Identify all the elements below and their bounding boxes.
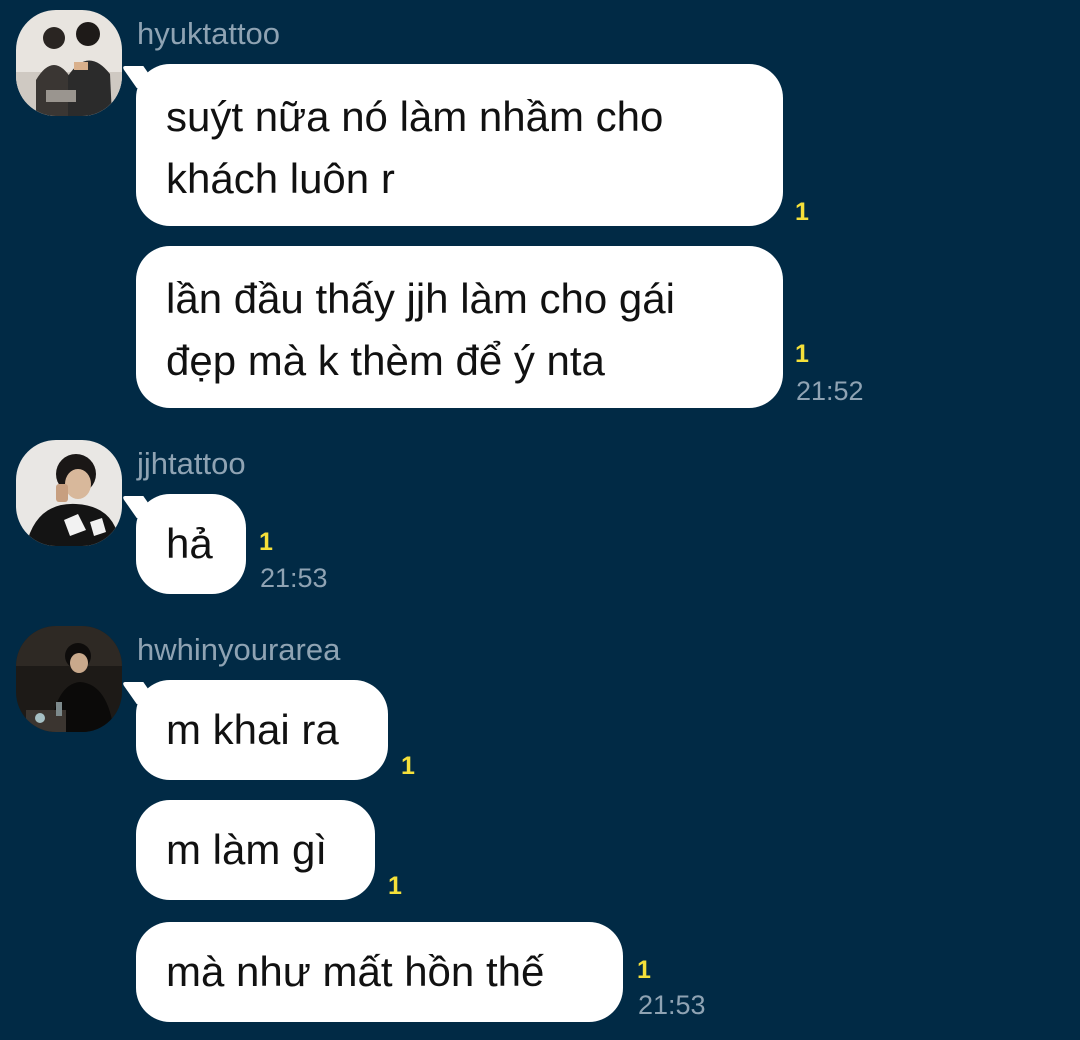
message-timestamp: 21:52	[796, 376, 864, 406]
unread-count: 1	[388, 872, 402, 900]
unread-count: 1	[637, 956, 651, 984]
message-timestamp: 21:53	[638, 990, 706, 1020]
avatar-photo-icon	[16, 626, 122, 732]
message-text-line: m làm gì	[166, 826, 328, 873]
avatar-hwhinyourarea[interactable]	[16, 626, 122, 732]
sender-name: jjhtattoo	[137, 446, 246, 481]
message-text-line: mà như mất hồn thế	[166, 948, 545, 995]
message-text-line: suýt nữa nó làm nhầm cho	[166, 93, 664, 140]
message-timestamp: 21:53	[260, 563, 328, 593]
avatar-photo-icon	[16, 10, 122, 116]
unread-count: 1	[259, 528, 273, 556]
message-bubble[interactable]: m làm gì	[136, 800, 375, 900]
unread-count: 1	[401, 752, 415, 780]
message-bubble[interactable]: mà như mất hồn thế	[136, 922, 623, 1022]
message-text-line: khách luôn r	[166, 155, 395, 202]
message-bubble[interactable]: lần đầu thấy jjh làm cho gái đẹp mà k th…	[136, 246, 783, 408]
message-bubble[interactable]: suýt nữa nó làm nhầm cho khách luôn r	[136, 64, 783, 226]
message-bubble[interactable]: m khai ra	[136, 680, 388, 780]
message-text-line: lần đầu thấy jjh làm cho gái	[166, 275, 675, 322]
unread-count: 1	[795, 340, 809, 368]
message-text-line: đẹp mà k thèm để ý nta	[166, 337, 605, 384]
message-text-line: hả	[166, 520, 213, 567]
message-bubble[interactable]: hả	[136, 494, 246, 594]
avatar-hyuktattoo[interactable]	[16, 10, 122, 116]
unread-count: 1	[795, 198, 809, 226]
message-text-line: m khai ra	[166, 706, 339, 753]
avatar-jjhtattoo[interactable]	[16, 440, 122, 546]
avatar-photo-icon	[16, 440, 122, 546]
sender-name: hyuktattoo	[137, 16, 281, 51]
sender-name: hwhinyourarea	[137, 632, 341, 667]
